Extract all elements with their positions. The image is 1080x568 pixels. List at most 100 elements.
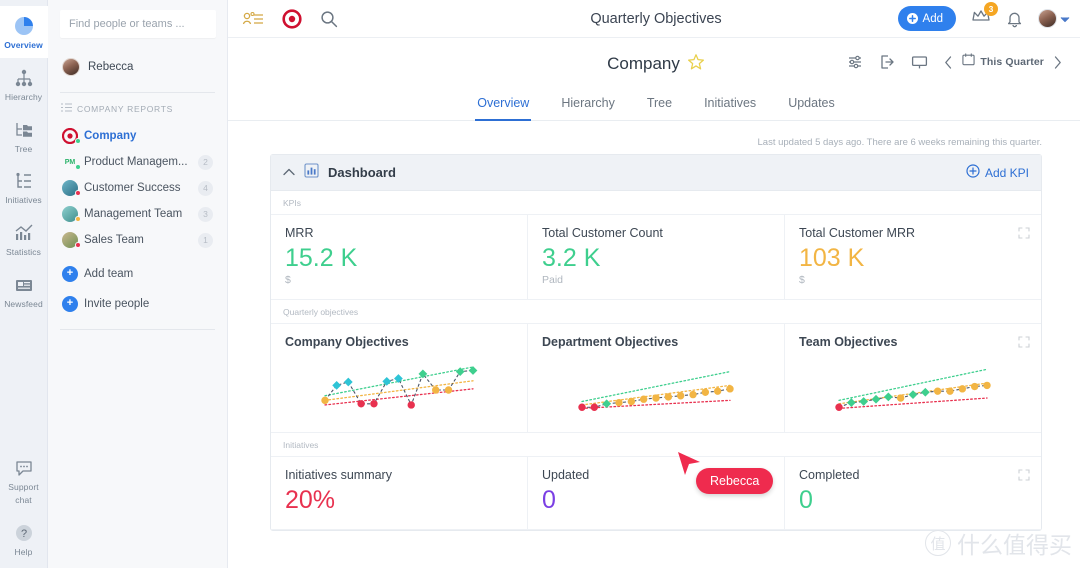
add-button-label: Add <box>923 13 943 25</box>
team-name: Customer Success <box>84 182 192 194</box>
top-bar-right: Add 3 <box>898 6 1070 31</box>
team-row-sales-team[interactable]: Sales Team 1 <box>60 227 215 253</box>
target-icon <box>62 128 78 144</box>
plus-circle-icon <box>966 164 980 181</box>
team-name: Sales Team <box>84 234 192 246</box>
kpi-card-mrr[interactable]: MRR 15.2 K $ <box>271 215 528 299</box>
org-chart-icon <box>14 67 34 89</box>
rail-item-newsfeed[interactable]: Newsfeed <box>0 265 48 317</box>
folder-tree-icon <box>14 119 34 141</box>
page-header: Company <box>228 38 1080 121</box>
tab-tree[interactable]: Tree <box>645 90 674 121</box>
add-team-button[interactable]: + Add team <box>60 261 215 287</box>
quarter-selector[interactable]: This Quarter <box>962 53 1044 71</box>
rail-item-overview[interactable]: Overview <box>0 6 48 58</box>
chevron-right-icon[interactable] <box>1053 56 1062 69</box>
expand-icon[interactable] <box>1018 468 1030 486</box>
kpi-subtitle: $ <box>799 274 1027 286</box>
main-area: Quarterly Objectives Add <box>228 0 1080 568</box>
user-menu[interactable] <box>1038 9 1070 28</box>
team-row-management-team[interactable]: Management Team 3 <box>60 201 215 227</box>
target-icon[interactable] <box>282 9 302 29</box>
people-list-icon[interactable] <box>242 11 264 27</box>
objective-title: Department Objectives <box>542 335 770 349</box>
invite-people-button[interactable]: + Invite people <box>60 291 215 317</box>
status-dot <box>75 216 81 222</box>
panel-divider-bottom <box>60 329 215 330</box>
tab-updates[interactable]: Updates <box>786 90 837 121</box>
dashboard-header: Dashboard Add KPI <box>271 155 1041 191</box>
team-name: Management Team <box>84 208 192 220</box>
objective-card-company[interactable]: Company Objectives <box>271 324 528 432</box>
team-row-product-management[interactable]: PM Product Managem... 2 <box>60 149 215 175</box>
tab-hierarchy[interactable]: Hierarchy <box>559 90 617 121</box>
team-name: Company <box>84 130 213 142</box>
chevron-down-icon <box>1060 10 1070 28</box>
filter-settings-icon[interactable] <box>847 54 863 70</box>
kpi-card-total-customer-mrr[interactable]: Total Customer MRR 103 K $ <box>785 215 1041 299</box>
plus-circle-icon: + <box>62 266 78 282</box>
page-tabs: Overview Hierarchy Tree Initiatives Upda… <box>228 90 1080 121</box>
sparkline-svg <box>799 361 1027 419</box>
sparkline-svg <box>542 361 770 419</box>
page-content: Last updated 5 days ago. There are 6 wee… <box>228 121 1080 531</box>
section-title: COMPANY REPORTS <box>77 104 173 114</box>
add-button[interactable]: Add <box>898 6 956 31</box>
chat-bubble-icon <box>14 457 34 479</box>
initiative-card-completed[interactable]: Completed 0 <box>785 457 1041 529</box>
rail-item-help[interactable]: ? Help <box>0 513 48 568</box>
bell-icon[interactable] <box>1006 10 1023 28</box>
rail-item-statistics[interactable]: Statistics <box>0 213 48 265</box>
kpi-name: MRR <box>285 226 513 240</box>
group-label-quarterly-objectives: Quarterly objectives <box>271 300 1041 324</box>
rail-item-tree[interactable]: Tree <box>0 110 48 162</box>
rail-label: Initiatives <box>5 196 42 206</box>
kpi-card-total-customer-count[interactable]: Total Customer Count 3.2 K Paid <box>528 215 785 299</box>
svg-text:?: ? <box>20 528 26 540</box>
expand-icon[interactable] <box>1018 335 1030 353</box>
sparkline-svg <box>285 361 513 419</box>
initiative-name: Initiatives summary <box>285 468 513 482</box>
add-kpi-label: Add KPI <box>985 166 1029 180</box>
rail-item-hierarchy[interactable]: Hierarchy <box>0 58 48 110</box>
rail-label-line1: Support <box>8 483 38 493</box>
initiative-card-updated[interactable]: Updated 0 <box>528 457 785 529</box>
team-count-badge: 2 <box>198 155 213 170</box>
invite-people-label: Invite people <box>84 298 213 310</box>
current-user-row[interactable]: Rebecca <box>60 54 215 80</box>
current-user-name: Rebecca <box>88 61 133 73</box>
tab-initiatives[interactable]: Initiatives <box>702 90 758 121</box>
objective-card-department[interactable]: Department Objectives <box>528 324 785 432</box>
page-title-row: Company <box>228 50 1080 78</box>
chevron-left-icon[interactable] <box>944 56 953 69</box>
objective-title: Team Objectives <box>799 335 1027 349</box>
present-icon[interactable] <box>911 55 928 70</box>
kpi-value: 3.2 K <box>542 245 770 271</box>
team-row-customer-success[interactable]: Customer Success 4 <box>60 175 215 201</box>
status-dot <box>75 242 81 248</box>
team-row-company[interactable]: Company <box>60 123 215 149</box>
rail-item-support-chat[interactable]: Support chat <box>0 448 48 514</box>
date-navigator: This Quarter <box>944 53 1062 71</box>
kpi-row: MRR 15.2 K $ Total Customer Count 3.2 K … <box>271 215 1041 300</box>
chevron-up-icon[interactable] <box>283 167 295 179</box>
search-people-box[interactable] <box>60 10 216 38</box>
crown-button[interactable]: 3 <box>971 8 991 29</box>
rail-label-line2: chat <box>15 496 31 506</box>
search-icon[interactable] <box>320 10 338 28</box>
add-team-label: Add team <box>84 268 213 280</box>
search-input[interactable] <box>69 18 207 30</box>
rail-item-initiatives[interactable]: Initiatives <box>0 161 48 213</box>
expand-icon[interactable] <box>1018 226 1030 244</box>
initiative-card-summary[interactable]: Initiatives summary 20% <box>271 457 528 529</box>
plus-icon <box>907 13 918 24</box>
initiative-value: 0 <box>542 487 770 513</box>
kpi-value: 103 K <box>799 245 1027 271</box>
add-kpi-button[interactable]: Add KPI <box>966 164 1029 181</box>
objective-card-team[interactable]: Team Objectives <box>785 324 1041 432</box>
tab-overview[interactable]: Overview <box>475 90 531 121</box>
rail-label: Tree <box>15 145 33 155</box>
star-icon[interactable] <box>687 53 705 76</box>
export-icon[interactable] <box>879 54 895 70</box>
top-bar: Quarterly Objectives Add <box>228 0 1080 38</box>
